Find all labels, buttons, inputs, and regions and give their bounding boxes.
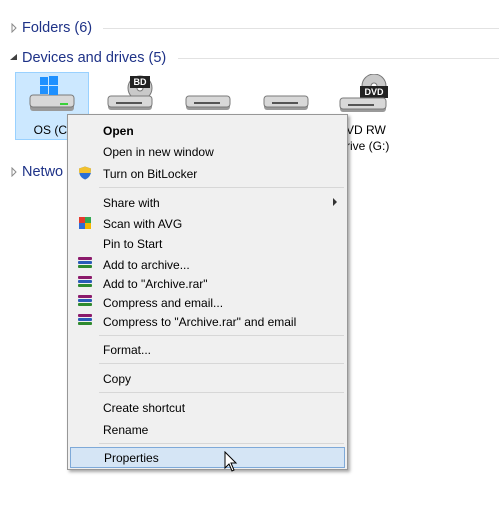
group-divider [103,28,499,29]
menu-item-format[interactable]: Format... [70,339,345,359]
menu-item-properties[interactable]: Properties [70,447,345,468]
menu-item-copy[interactable]: Copy [70,368,345,388]
winrar-icon [78,257,92,271]
group-title-devices: Devices and drives (5) [22,50,167,66]
menu-item-label: Create shortcut [103,401,186,415]
menu-item-rename[interactable]: Rename [70,419,345,439]
chevron-right-icon[interactable] [9,23,19,33]
submenu-arrow-icon [333,198,337,206]
group-devices[interactable]: Devices and drives (5) [0,47,499,69]
menu-item-label: Properties [104,451,159,465]
menu-item-open[interactable]: Open [70,120,345,140]
shield-icon [79,166,91,180]
menu-item-add-archive[interactable]: Add to archive... [70,254,345,274]
drive-badge-bd: BD [134,77,147,87]
menu-item-label: Pin to Start [103,237,163,251]
menu-separator [99,335,344,336]
context-menu: Open Open in new window Turn on BitLocke… [67,114,348,470]
menu-item-label: Scan with AVG [103,217,183,231]
menu-item-label: Add to "Archive.rar" [103,277,208,291]
avg-icon [79,217,91,229]
menu-separator [99,363,344,364]
group-title-network: Netwo [22,164,64,180]
chevron-right-icon[interactable] [9,167,19,177]
mouse-cursor-icon [224,451,238,472]
menu-item-open-new-window[interactable]: Open in new window [70,141,345,161]
group-folders[interactable]: Folders (6) [0,17,499,39]
menu-separator [99,187,344,188]
menu-item-label: Share with [103,196,160,210]
menu-item-label: Format... [103,343,152,357]
menu-item-add-archive-rar[interactable]: Add to "Archive.rar" [70,273,345,293]
menu-item-label: Copy [103,372,132,386]
menu-item-label: Open in new window [103,145,214,159]
menu-item-label: Compress and email... [103,296,224,310]
drive-label: rive (G:) [346,139,390,153]
winrar-icon [78,295,92,309]
menu-item-label: Compress to "Archive.rar" and email [103,315,297,329]
winrar-icon [78,314,92,328]
drive-label: VD RW [346,123,386,137]
menu-item-scan-avg[interactable]: Scan with AVG [70,213,345,233]
menu-separator [99,443,344,444]
menu-item-bitlocker[interactable]: Turn on BitLocker [70,163,345,183]
menu-item-share-with[interactable]: Share with [70,192,345,212]
menu-item-label: Open [103,124,134,138]
drive-badge-dvd: DVD [364,87,384,97]
chevron-down-icon[interactable] [9,53,19,63]
menu-item-label: Rename [103,423,149,437]
menu-separator [99,392,344,393]
group-divider [178,58,499,59]
group-title-folders: Folders (6) [22,20,93,36]
menu-item-compress-rar-email[interactable]: Compress to "Archive.rar" and email [70,311,345,331]
menu-item-label: Add to archive... [103,258,190,272]
menu-item-pin-start[interactable]: Pin to Start [70,233,345,253]
menu-item-create-shortcut[interactable]: Create shortcut [70,397,345,417]
menu-item-label: Turn on BitLocker [103,167,198,181]
menu-item-compress-email[interactable]: Compress and email... [70,292,345,312]
winrar-icon [78,276,92,290]
